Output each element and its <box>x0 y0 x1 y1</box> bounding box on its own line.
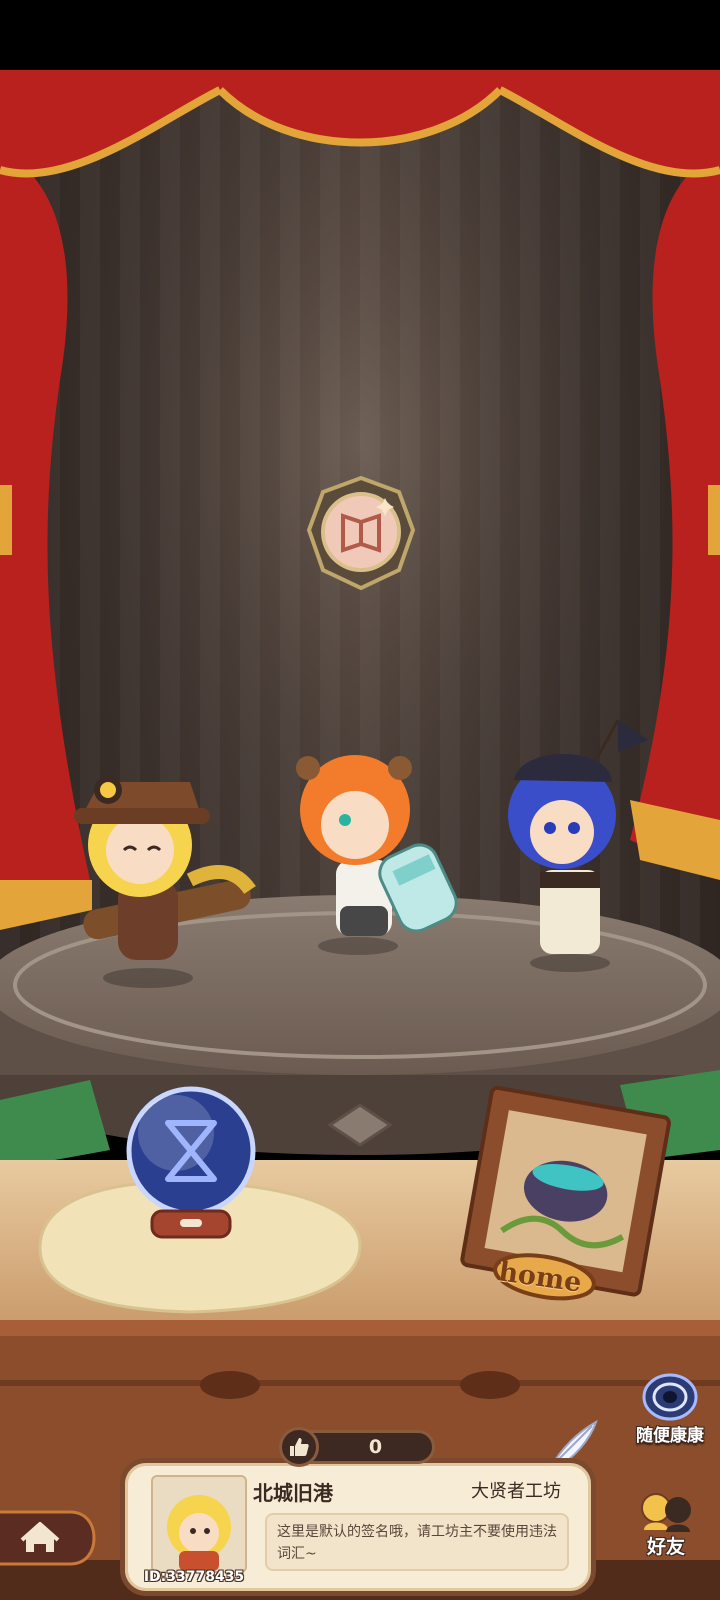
thumbs-up-icon[interactable] <box>279 1427 319 1467</box>
friends-button[interactable]: 好友 <box>620 1486 712 1572</box>
friends-label: 好友 <box>646 1536 685 1558</box>
portal-swirl-icon <box>642 1373 698 1421</box>
home-icon <box>0 1510 96 1566</box>
stage-scene <box>0 0 720 1600</box>
friends-icon <box>641 1493 691 1532</box>
profile-card: ID:33778435 北城旧港 大贤者工坊 这里是默认的签名哦，请工坊主不要使… <box>120 1458 596 1596</box>
signature-text: 这里是默认的签名哦，请工坊主不要使用违法词汇~ <box>265 1513 569 1571</box>
thumbs-up-glyph <box>290 1438 309 1456</box>
like-counter[interactable]: 0 <box>279 1427 435 1467</box>
user-id: ID:33778435 <box>143 1569 245 1585</box>
hourglass-icon[interactable] <box>118 1085 264 1243</box>
avatar[interactable] <box>151 1475 247 1573</box>
random-visit-button[interactable]: 随便康康 <box>628 1373 712 1447</box>
avatar-image <box>167 1495 231 1571</box>
home-nav-button[interactable] <box>0 1508 96 1568</box>
random-visit-label: 随便康康 <box>636 1426 704 1446</box>
like-count: 0 <box>368 1436 383 1458</box>
book-emblem-icon[interactable] <box>305 474 417 592</box>
player-name: 北城旧港 <box>253 1481 333 1505</box>
workshop-title: 大贤者工坊 <box>471 1481 561 1502</box>
